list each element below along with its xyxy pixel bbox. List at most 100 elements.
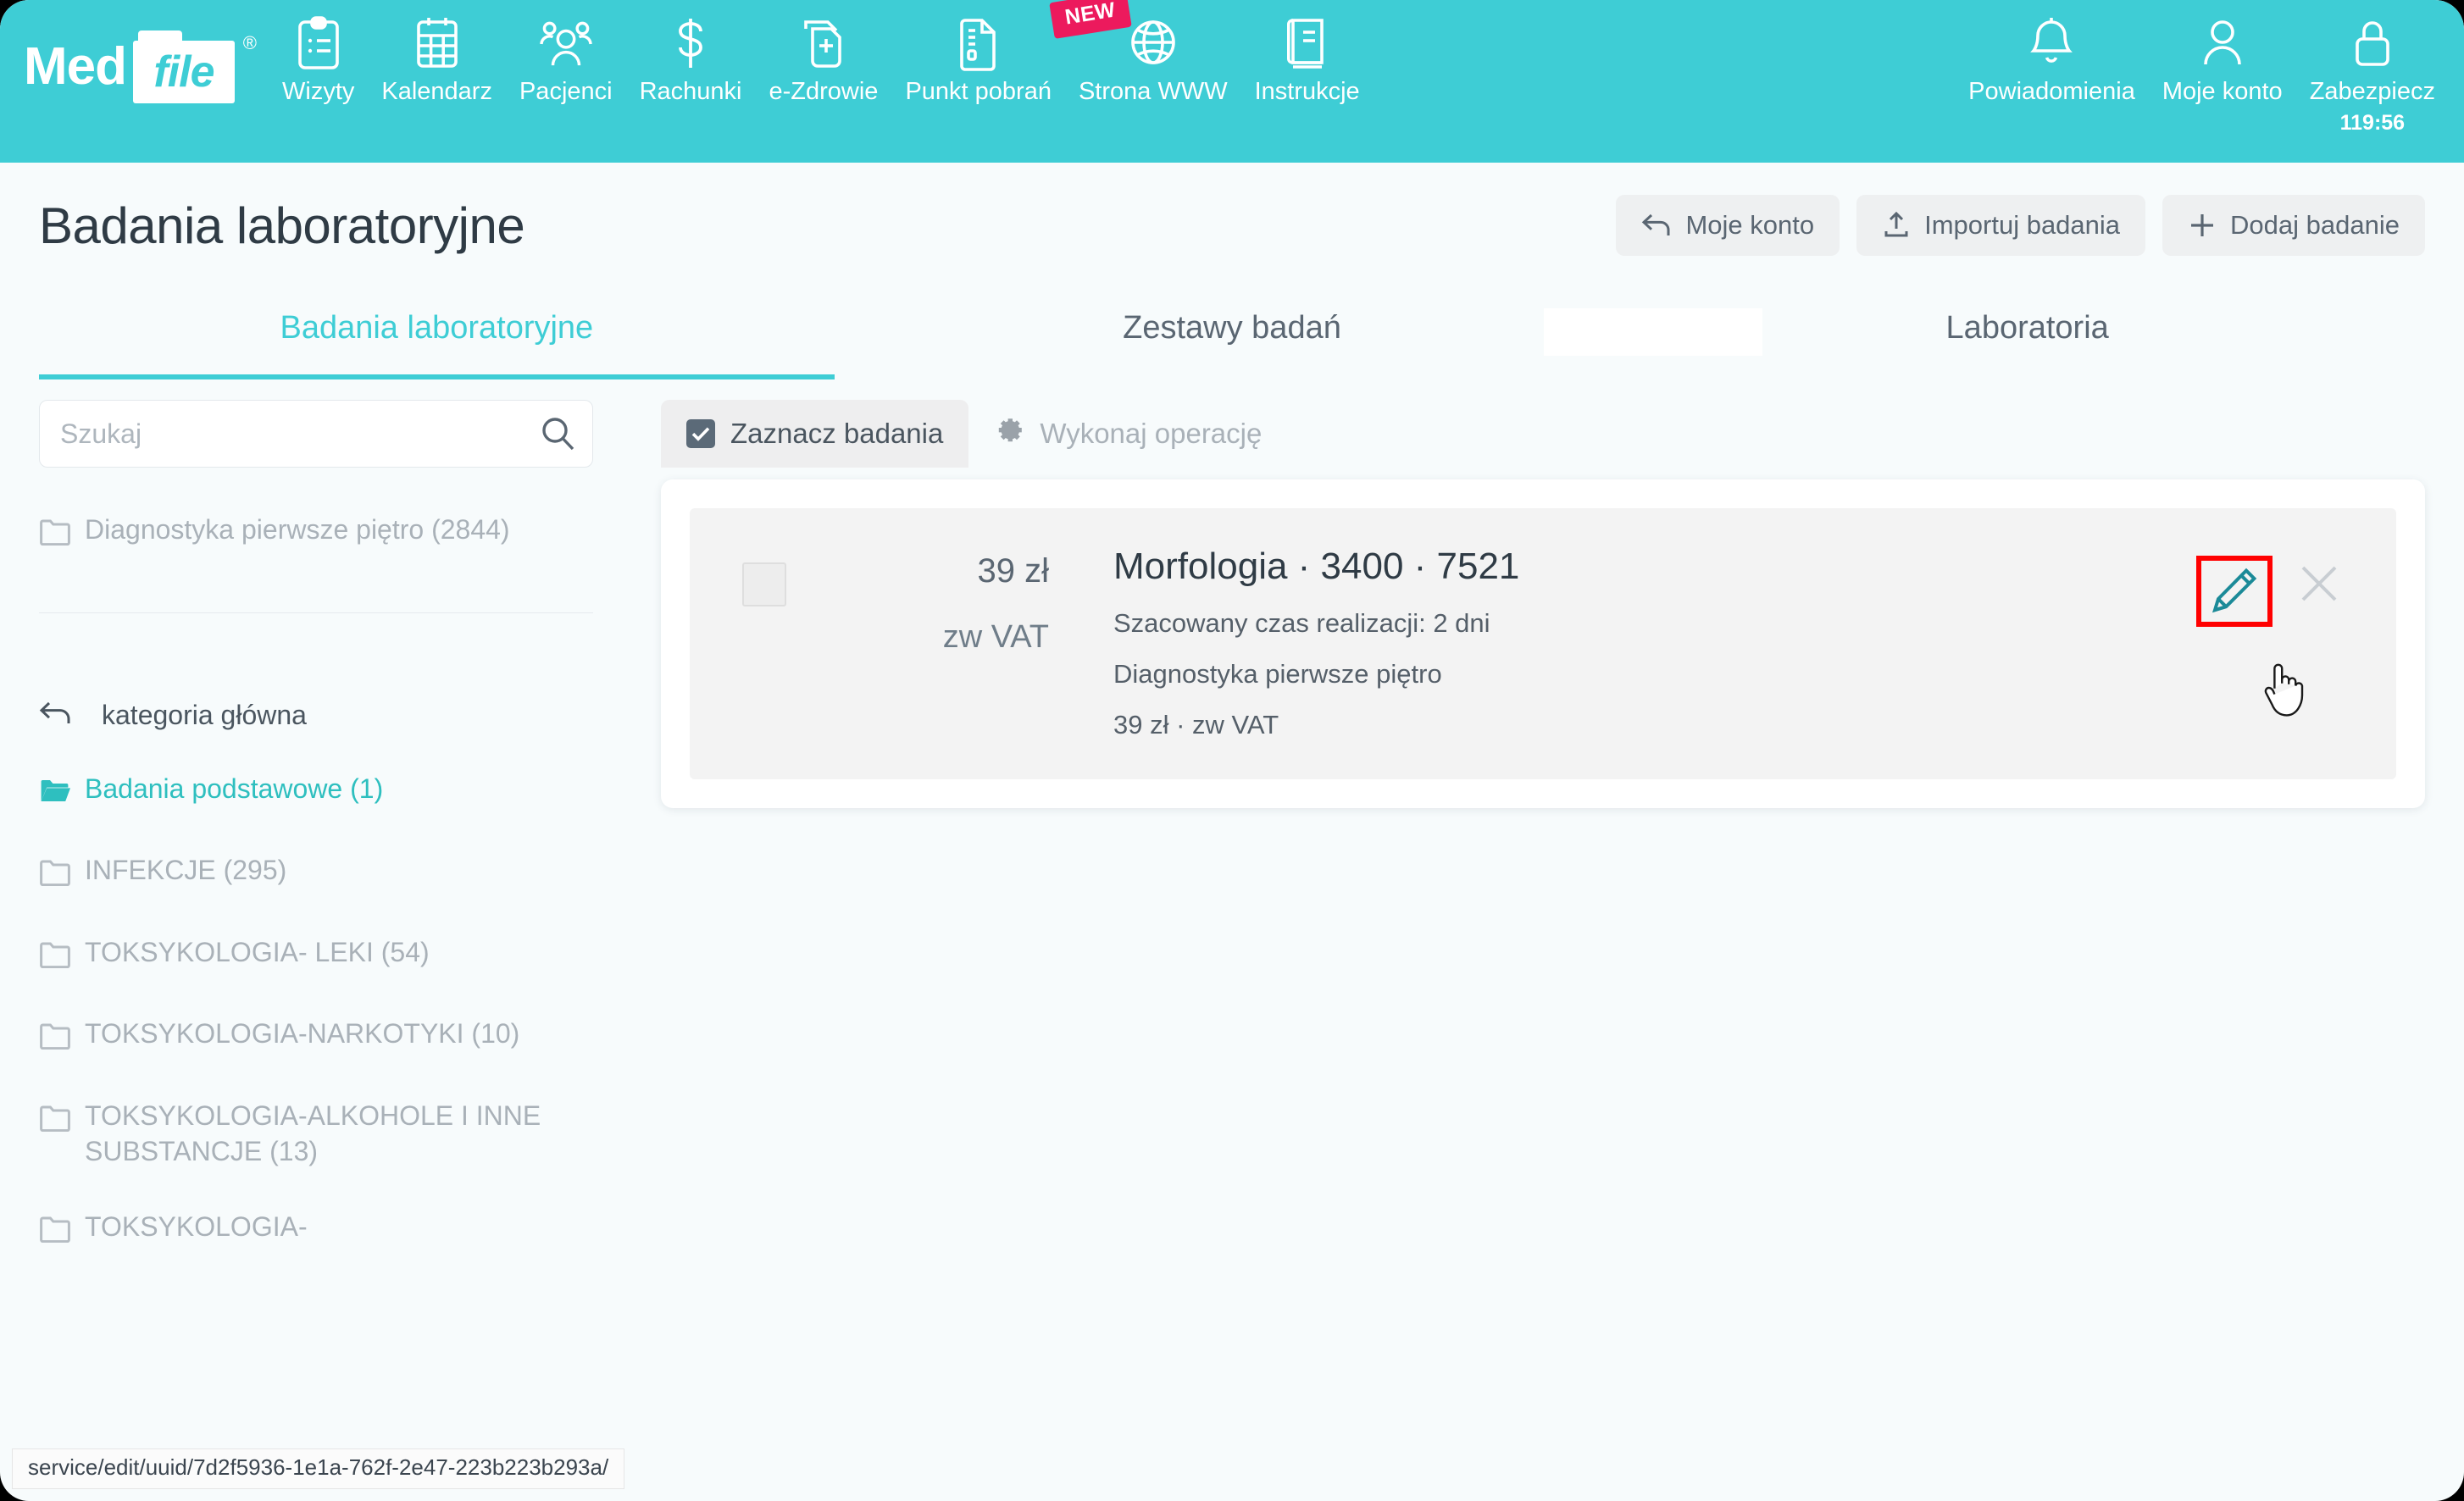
result-turnaround-time: Szacowany czas realizacji: 2 dni [1113, 608, 1490, 638]
logo-text-med: Med [24, 37, 127, 96]
result-checkbox[interactable] [742, 562, 786, 606]
nav-item-kalendarz[interactable]: Kalendarz [368, 0, 506, 106]
main-panel: Zaznacz badania Wykonaj operację 39 zł z… [632, 379, 2425, 1472]
folder-closed-icon [39, 1216, 71, 1252]
people-icon [539, 12, 592, 75]
new-badge: NEW [1049, 0, 1132, 39]
folder-closed-icon [39, 518, 71, 555]
search-input[interactable] [39, 400, 593, 468]
page-header-actions: Moje konto Importuj badania Dodaj badani… [1616, 195, 2425, 256]
plus-icon [2191, 214, 2214, 236]
button-label: Dodaj badanie [2230, 210, 2400, 240]
registered-mark: ® [242, 32, 257, 53]
search-icon [542, 418, 574, 451]
dodaj-badanie-button[interactable]: Dodaj badanie [2162, 195, 2425, 256]
nav-item-pacjenci[interactable]: Pacjenci [506, 0, 626, 106]
button-label: Moje konto [1685, 210, 1815, 240]
status-bar-url: service/edit/uuid/7d2f5936-1e1a-762f-2e4… [12, 1448, 625, 1489]
sidebar-category-toksykologia-narkotyki[interactable]: TOKSYKOLOGIA-NARKOTYKI (10) [39, 1016, 593, 1059]
button-label: Wykonaj operację [1040, 418, 1263, 449]
tab-label: Laboratoria [1945, 309, 2109, 346]
tab-zestawy-badan[interactable]: Zestawy badań [835, 288, 1630, 379]
result-title: Morfologia · 3400 · 7521 [1113, 546, 1520, 587]
nav-label: Pacjenci [519, 78, 613, 105]
logo-folder-icon: file [133, 30, 235, 103]
result-card[interactable]: 39 zł zw VAT Morfologia · 3400 · 7521 Sz… [690, 508, 2396, 779]
result-info-block: Morfologia · 3400 · 7521 Szacowany czas … [1113, 546, 2367, 740]
upload-icon [1884, 211, 1908, 237]
sidebar-category-toksykologia-metale[interactable]: TOKSYKOLOGIA- [39, 1209, 593, 1252]
globe-icon [1129, 12, 1178, 75]
nav-label: Punkt pobrań [905, 78, 1052, 105]
sidebar-category-toksykologia-leki[interactable]: TOKSYKOLOGIA- LEKI (54) [39, 934, 593, 978]
person-icon [2200, 12, 2245, 75]
nav-item-zabezpiecz[interactable]: Zabezpiecz 119:56 [2296, 0, 2464, 136]
tab-badania-laboratoryjne[interactable]: Badania laboratoryjne [39, 288, 835, 379]
session-timer: 119:56 [2339, 111, 2406, 135]
sidebar-category-badania-podstawowe[interactable]: Badania podstawowe (1) [39, 771, 593, 814]
search-button[interactable] [539, 415, 576, 455]
sidebar-current-folder[interactable]: Diagnostyka pierwsze piętro (2844) [39, 512, 593, 555]
tab-bar: Badania laboratoryjne Zestawy badań Labo… [0, 288, 2464, 379]
result-actions [2196, 556, 2342, 627]
document-lines-icon [957, 12, 1001, 75]
result-price-block: 39 zł zw VAT [820, 552, 1049, 656]
sidebar: Diagnostyka pierwsze piętro (2844) kateg… [39, 379, 632, 1472]
close-x-icon [2301, 566, 2337, 601]
importuj-badania-button[interactable]: Importuj badania [1856, 195, 2146, 256]
folder-closed-icon [39, 859, 71, 895]
nav-item-wizyty[interactable]: Wizyty [269, 0, 368, 106]
gear-icon [994, 415, 1024, 452]
button-label: Zaznacz badania [730, 418, 944, 449]
sidebar-divider [39, 612, 593, 613]
tab-laboratoria[interactable]: Laboratoria [1629, 288, 2425, 379]
nav-label: Wizyty [282, 78, 355, 105]
sidebar-category-label: Badania podstawowe (1) [85, 773, 384, 804]
sidebar-folder-label: Diagnostyka pierwsze piętro (2844) [85, 514, 510, 545]
sidebar-category-infekcje[interactable]: INFEKCJE (295) [39, 852, 593, 895]
app-window: Med file ® Wizyty Kalendarz Pacjenci Rac… [0, 0, 2464, 1501]
nav-label: Kalendarz [381, 78, 492, 105]
nav-item-strona-www[interactable]: NEW Strona WWW [1049, 0, 1241, 106]
nav-label: Strona WWW [1078, 78, 1228, 105]
nav-label: Powiadomienia [1968, 78, 2135, 105]
nav-label: Zabezpiecz [2309, 78, 2435, 105]
sidebar-category-label: TOKSYKOLOGIA-ALKOHOLE I INNE SUBSTANCJE … [85, 1099, 541, 1167]
nav-label: Moje konto [2162, 78, 2283, 105]
nav-label: Rachunki [639, 78, 742, 105]
nav-item-instrukcje[interactable]: Instrukcje [1241, 0, 1374, 106]
bell-icon [2028, 12, 2074, 75]
result-price-amount: 39 zł [977, 552, 1050, 590]
nav-label: e-Zdrowie [769, 78, 879, 105]
content-area: Diagnostyka pierwsze piętro (2844) kateg… [0, 379, 2464, 1472]
pencil-icon [2212, 568, 2257, 613]
lock-icon [2350, 12, 2395, 75]
button-label: Importuj badania [1924, 210, 2121, 240]
folder-closed-icon [39, 1105, 71, 1141]
sidebar-category-toksykologia-alkohole[interactable]: TOKSYKOLOGIA-ALKOHOLE I INNE SUBSTANCJE … [39, 1098, 593, 1170]
folder-open-icon [39, 778, 71, 814]
nav-item-ezdrowie[interactable]: e-Zdrowie [756, 0, 892, 106]
wykonaj-operacje-button[interactable]: Wykonaj operację [968, 400, 1287, 468]
zaznacz-badania-button[interactable]: Zaznacz badania [661, 400, 969, 468]
search-box [39, 400, 593, 468]
nav-item-powiadomienia[interactable]: Powiadomienia [1955, 0, 2149, 106]
page-header: Badania laboratoryjne Moje konto Importu… [0, 163, 2464, 288]
clipboard-icon [295, 12, 342, 75]
medfile-logo[interactable]: Med file ® [24, 30, 257, 103]
moje-konto-button[interactable]: Moje konto [1616, 195, 1840, 256]
top-navigation-bar: Med file ® Wizyty Kalendarz Pacjenci Rac… [0, 0, 2464, 163]
sidebar-back-to-main-category[interactable]: kategoria główna [39, 700, 632, 732]
nav-item-moje-konto[interactable]: Moje konto [2149, 0, 2296, 106]
nav-item-rachunki[interactable]: Rachunki [626, 0, 756, 106]
nav-item-punkt-pobran[interactable]: Punkt pobrań [891, 0, 1065, 106]
delete-service-button[interactable] [2296, 561, 2342, 609]
edit-service-button[interactable] [2196, 556, 2273, 627]
sidebar-category-label: TOKSYKOLOGIA- [85, 1210, 308, 1242]
folder-closed-icon [39, 1022, 71, 1059]
book-icon [1285, 12, 1330, 75]
result-lab-location: Diagnostyka pierwsze piętro [1113, 659, 1442, 689]
logo-text-file: file [153, 47, 214, 97]
back-arrow-icon [1642, 213, 1670, 235]
checkbox-checked-icon [686, 419, 715, 448]
